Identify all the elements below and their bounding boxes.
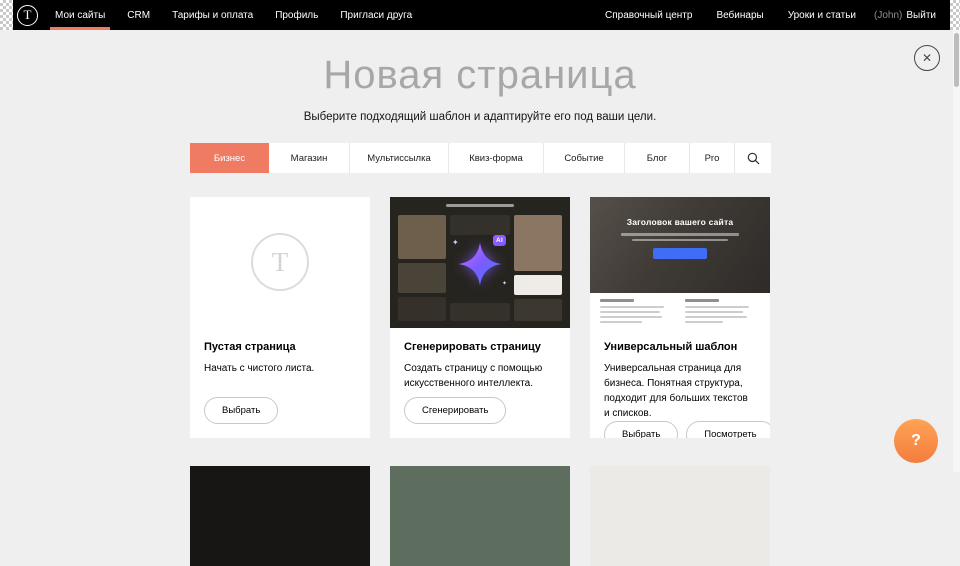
question-mark-icon: ?	[911, 432, 921, 450]
card-body: Пустая страница Начать с чистого листа. …	[190, 328, 370, 438]
tab-event[interactable]: Событие	[544, 143, 625, 173]
preview-text-line	[600, 306, 664, 308]
preview-text-line	[685, 321, 723, 323]
transparency-checker-right	[950, 0, 960, 30]
template-card-partial[interactable]	[590, 466, 770, 566]
nav-help-center[interactable]: Справочный центр	[593, 0, 704, 30]
preview-text-line	[600, 321, 642, 323]
preview-text-column	[685, 299, 760, 328]
preview-blue-button	[653, 248, 707, 259]
user-name: (John)	[874, 10, 902, 21]
tab-pro[interactable]: Pro	[690, 143, 735, 173]
nav-lessons[interactable]: Уроки и статьи	[776, 0, 868, 30]
nav-tariffs[interactable]: Тарифы и оплата	[161, 0, 264, 30]
card-description: Создать страницу с помощью искусственног…	[404, 361, 556, 391]
tilda-logo-letter: T	[24, 7, 32, 23]
preview-photo-block	[450, 215, 510, 235]
user-logout[interactable]: (John) Выйти	[868, 10, 950, 21]
preview-photo-block	[190, 466, 370, 566]
scrollbar-thumb[interactable]	[954, 33, 959, 87]
tab-multilink[interactable]: Мультиссылка	[350, 143, 449, 173]
card-title: Пустая страница	[204, 341, 356, 353]
card-description: Универсальная страница для бизнеса. Поня…	[604, 361, 756, 421]
preview-photo-block	[398, 215, 446, 259]
preview-hero: Заголовок вашего сайта	[590, 197, 770, 293]
nav-profile[interactable]: Профиль	[264, 0, 329, 30]
card-actions: Сгенерировать	[404, 397, 556, 424]
main-nav: Мои сайты CRM Тарифы и оплата Профиль Пр…	[44, 0, 423, 30]
preview-text-column	[600, 299, 675, 328]
nav-crm[interactable]: CRM	[116, 0, 161, 30]
ai-generate-preview: ✦ ✦ AI	[390, 197, 570, 328]
preview-photo-block	[514, 215, 562, 271]
preview-photo-block	[398, 263, 446, 293]
help-button[interactable]: ?	[894, 419, 938, 463]
template-card-partial[interactable]	[390, 466, 570, 566]
card-actions: Выбрать	[204, 397, 356, 424]
nav-webinars[interactable]: Вебинары	[704, 0, 775, 30]
generate-button[interactable]: Сгенерировать	[404, 397, 506, 424]
template-card-blank: T Пустая страница Начать с чистого листа…	[190, 197, 370, 438]
tilda-circle-logo-letter: T	[272, 247, 289, 278]
top-bar: T Мои сайты CRM Тарифы и оплата Профиль …	[0, 0, 960, 30]
preview-text-line	[632, 239, 728, 242]
card-body: Универсальный шаблон Универсальная стран…	[590, 328, 770, 438]
sparkle-icon: ✦	[452, 239, 459, 247]
template-card-ai-generate: ✦ ✦ AI Сгенерировать страницу Создать ст…	[390, 197, 570, 438]
preview-text-line	[685, 306, 749, 308]
tab-search[interactable]	[735, 143, 771, 173]
preview-photo-block	[450, 303, 510, 321]
page-title: Новая страница	[0, 50, 960, 100]
preview-text-line	[621, 233, 739, 236]
preview-text-line	[600, 299, 634, 302]
page-subtitle: Выберите подходящий шаблон и адаптируйте…	[0, 111, 960, 123]
close-icon: ✕	[922, 52, 932, 64]
universal-template-preview: Заголовок вашего сайта	[590, 197, 770, 328]
preview-hero-heading: Заголовок вашего сайта	[627, 217, 734, 227]
ai-badge: AI	[493, 235, 506, 246]
template-category-tabs: Бизнес Магазин Мультиссылка Квиз-форма С…	[190, 143, 771, 173]
tab-quiz-form[interactable]: Квиз-форма	[449, 143, 544, 173]
template-grid-row2	[190, 466, 770, 566]
template-card-universal: Заголовок вашего сайта	[590, 197, 770, 438]
view-universal-button[interactable]: Посмотреть	[686, 421, 770, 438]
preview-photo-block	[398, 297, 446, 321]
sparkle-icon: ✦	[502, 281, 507, 287]
tilda-circle-logo-icon: T	[251, 233, 309, 291]
preview-text-line	[446, 204, 514, 207]
select-universal-button[interactable]: Выбрать	[604, 421, 678, 438]
close-button[interactable]: ✕	[914, 45, 940, 71]
blank-page-preview: T	[190, 197, 370, 328]
preview-text-line	[600, 316, 662, 318]
preview-photo-block	[390, 466, 570, 566]
template-grid: T Пустая страница Начать с чистого листа…	[190, 197, 770, 438]
card-title: Сгенерировать страницу	[404, 341, 556, 353]
tab-shop[interactable]: Магазин	[269, 143, 350, 173]
select-blank-button[interactable]: Выбрать	[204, 397, 278, 424]
preview-text-line	[685, 311, 743, 313]
preview-text-line	[685, 299, 719, 302]
card-actions: Выбрать Посмотреть	[604, 421, 756, 438]
preview-text-section	[590, 293, 770, 328]
nav-invite-friend[interactable]: Пригласи друга	[329, 0, 423, 30]
ai-sparkle-star-icon	[457, 241, 503, 292]
search-icon	[747, 152, 760, 165]
card-description: Начать с чистого листа.	[204, 361, 356, 376]
tilda-logo[interactable]: T	[17, 5, 38, 26]
transparency-checker-left	[0, 0, 13, 30]
card-body: Сгенерировать страницу Создать страницу …	[390, 328, 570, 438]
preview-text-line	[600, 311, 660, 313]
scrollbar-track[interactable]	[953, 30, 960, 472]
preview-photo-block	[514, 299, 562, 321]
preview-photo-block	[590, 466, 770, 566]
preview-card-block	[514, 275, 562, 295]
preview-text-line	[685, 316, 747, 318]
card-title: Универсальный шаблон	[604, 341, 756, 353]
nav-my-sites[interactable]: Мои сайты	[44, 0, 116, 30]
logout-link[interactable]: Выйти	[906, 10, 936, 21]
secondary-nav: Справочный центр Вебинары Уроки и статьи…	[593, 0, 950, 30]
tab-blog[interactable]: Блог	[625, 143, 690, 173]
tab-business[interactable]: Бизнес	[190, 143, 269, 173]
template-card-partial[interactable]	[190, 466, 370, 566]
